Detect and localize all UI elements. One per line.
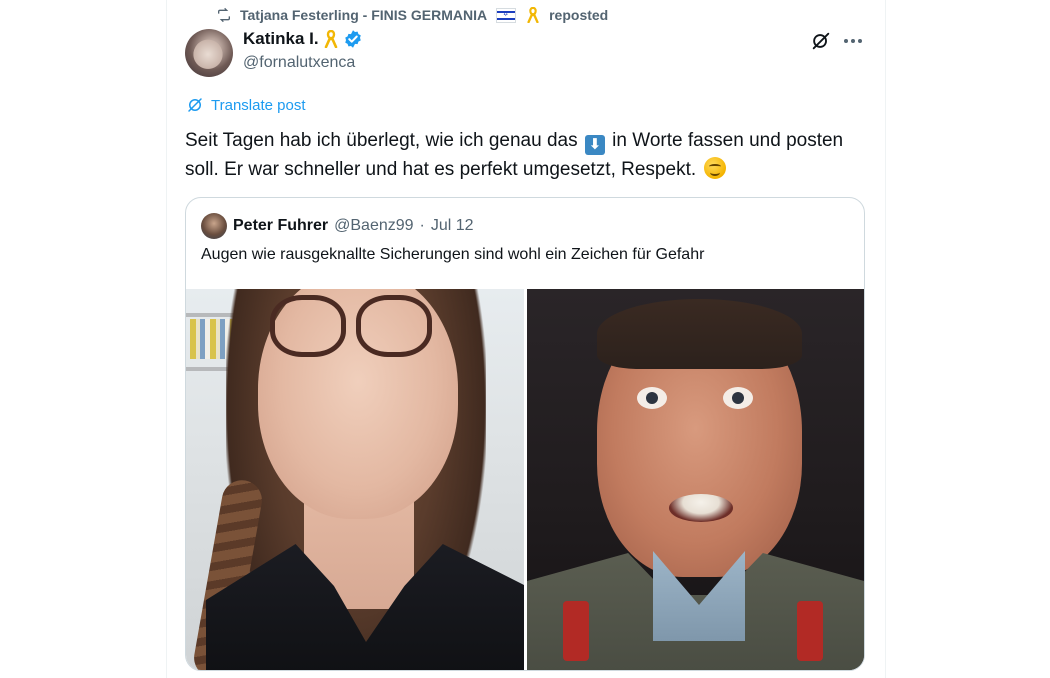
- quoted-post-date[interactable]: Jul 12: [431, 217, 474, 235]
- photo-mouth: [669, 494, 733, 522]
- quoted-author-handle[interactable]: @Baenz99: [334, 217, 413, 235]
- quoted-author-name[interactable]: Peter Fuhrer: [233, 217, 328, 235]
- photo-hair: [597, 299, 802, 369]
- quoted-media-photo-woman[interactable]: [186, 289, 524, 670]
- more-icon[interactable]: [842, 30, 864, 52]
- quoted-separator: ·: [419, 217, 425, 234]
- repost-suffix: reposted: [549, 7, 609, 23]
- repost-context[interactable]: Tatjana Festerling - FINIS GERMANIA ✡ re…: [216, 5, 608, 25]
- down-arrow-emoji-icon: ⬇: [584, 135, 605, 155]
- author-handle[interactable]: @fornalutxenca: [243, 54, 355, 72]
- photo-glasses: [270, 295, 346, 357]
- verified-badge-icon[interactable]: [343, 29, 363, 49]
- photo-collar-tab: [563, 601, 589, 661]
- post-text: Seit Tagen hab ich überlegt, wie ich gen…: [185, 126, 875, 184]
- translate-label[interactable]: Translate post: [211, 97, 306, 114]
- photo-eye: [723, 387, 753, 409]
- translate-post-link[interactable]: Translate post: [186, 96, 306, 114]
- yellow-ribbon-icon: [324, 30, 337, 48]
- more-dot: [858, 39, 862, 43]
- quoted-author-avatar[interactable]: [201, 213, 227, 239]
- quoted-post-text: Augen wie rausgeknallte Sicherungen sind…: [201, 246, 705, 263]
- repost-icon: [218, 7, 230, 23]
- author-avatar[interactable]: [185, 29, 233, 77]
- relieved-face-emoji-icon: [704, 157, 727, 179]
- reposter-name[interactable]: Tatjana Festerling - FINIS GERMANIA: [240, 7, 487, 23]
- author-name-row[interactable]: Katinka I.: [243, 29, 363, 49]
- quoted-post-header: Peter Fuhrer @Baenz99 · Jul 12: [201, 213, 474, 239]
- yellow-ribbon-icon: [527, 7, 539, 23]
- grok-icon[interactable]: [810, 30, 832, 52]
- photo-collar-tab: [797, 601, 823, 661]
- translate-icon: [188, 98, 202, 112]
- quoted-post-card[interactable]: Peter Fuhrer @Baenz99 · Jul 12 Augen wie…: [185, 197, 865, 671]
- israel-flag-icon: ✡: [496, 7, 517, 23]
- photo-eye: [637, 387, 667, 409]
- more-dot: [851, 39, 855, 43]
- more-dot: [844, 39, 848, 43]
- photo-glasses: [356, 295, 432, 357]
- author-name[interactable]: Katinka I.: [243, 29, 319, 49]
- post-text-part1: Seit Tagen hab ich überlegt, wie ich gen…: [185, 130, 578, 151]
- quoted-media-photo-man[interactable]: [527, 289, 864, 670]
